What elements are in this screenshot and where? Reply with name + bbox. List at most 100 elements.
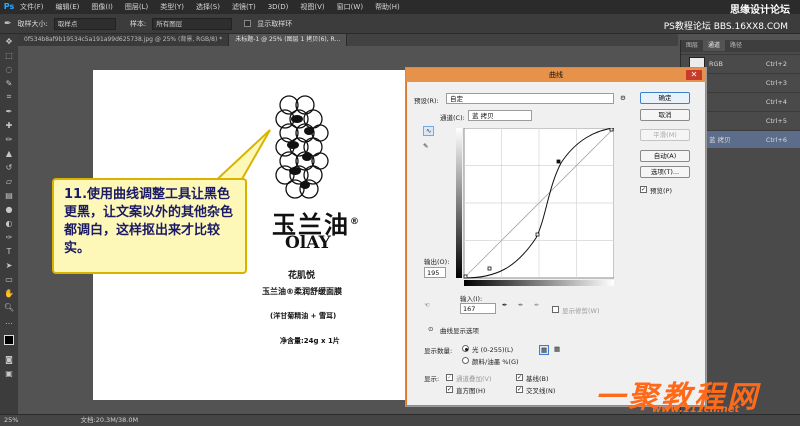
- show-ring-checkbox[interactable]: [244, 20, 252, 27]
- histogram-checkbox[interactable]: ✓: [446, 386, 453, 393]
- clone-stamp-icon[interactable]: ▲: [0, 146, 18, 160]
- channel-select[interactable]: 蓝 拷贝: [468, 110, 532, 121]
- marquee-tool-icon[interactable]: ⬚: [0, 48, 18, 62]
- channel-label: 通道(C):: [440, 114, 465, 122]
- sample-select[interactable]: 所有图层: [152, 17, 233, 30]
- curve-point-tool-icon[interactable]: ∿: [423, 126, 435, 136]
- dodge-tool-icon[interactable]: ◐: [0, 216, 18, 230]
- crop-tool-icon[interactable]: ⌗: [0, 90, 18, 104]
- move-tool-icon[interactable]: ✥: [0, 34, 18, 48]
- ok-button[interactable]: 确定: [640, 92, 690, 104]
- watermark-url: www.111cn.net: [652, 404, 740, 415]
- light-option-label: 光 (0-255)(L): [472, 346, 514, 354]
- menu-window[interactable]: 窗口(W): [337, 2, 363, 12]
- grid-detailed-icon[interactable]: ▦: [554, 345, 560, 353]
- path-select-icon[interactable]: ➤: [0, 258, 18, 272]
- auto-button[interactable]: 自动(A): [640, 150, 690, 162]
- preview-checkbox[interactable]: ✓: [640, 186, 647, 193]
- pencil-draw-tool-icon[interactable]: ✎: [423, 142, 428, 150]
- collapse-options-icon[interactable]: ⊙: [428, 325, 433, 333]
- baseline-label: 基线(B): [526, 375, 549, 383]
- gray-point-eyedropper-icon[interactable]: ✒: [518, 301, 523, 309]
- sample-size-select[interactable]: 取样点: [53, 17, 116, 30]
- baseline-checkbox[interactable]: ✓: [516, 374, 523, 381]
- intersection-line-label: 交叉线(N): [526, 387, 556, 395]
- type-tool-icon[interactable]: T: [0, 244, 18, 258]
- history-brush-icon[interactable]: ↺: [0, 160, 18, 174]
- channel-shortcut: Ctrl+5: [765, 117, 787, 125]
- show-ring-label: 显示取样环: [257, 19, 293, 28]
- channel-overlay-checkbox[interactable]: ✓: [446, 374, 453, 381]
- black-point-eyedropper-icon[interactable]: ✒: [502, 301, 507, 309]
- preview-label: 预览(P): [650, 187, 672, 195]
- pigment-radio[interactable]: [462, 357, 469, 364]
- blur-tool-icon[interactable]: ●: [0, 202, 18, 216]
- show-clipping-checkbox[interactable]: [552, 306, 559, 313]
- channel-shortcut: Ctrl+2: [765, 60, 787, 68]
- hand-tool-icon[interactable]: ✋: [0, 286, 18, 300]
- tab-channels[interactable]: 通道: [703, 40, 726, 51]
- site-url: PS教程论坛 BBS.16XX8.COM: [663, 22, 788, 32]
- close-icon[interactable]: ✕: [686, 70, 702, 80]
- menu-help[interactable]: 帮助(H): [375, 2, 400, 12]
- dialog-title: 曲线: [406, 68, 706, 82]
- tab-document-2[interactable]: 未标题-1 @ 25% (图层 1 拷贝(6), R...: [229, 34, 348, 46]
- channel-shortcut: Ctrl+3: [765, 79, 787, 87]
- tab-layers[interactable]: 图层: [681, 40, 703, 51]
- brand-english-name: OlAY: [285, 233, 331, 253]
- cancel-button[interactable]: 取消: [640, 109, 690, 121]
- curves-graph[interactable]: [456, 128, 614, 286]
- menu-view[interactable]: 视图(V): [300, 2, 324, 12]
- white-point-eyedropper-icon[interactable]: ✒: [534, 301, 539, 309]
- curves-dialog: 曲线 ✕ 预设(R): 自定 ⚙ 通道(C): 蓝 拷贝 ∿ ✎ 输出(O): …: [405, 67, 707, 407]
- shape-tool-icon[interactable]: ▭: [0, 272, 18, 286]
- lasso-tool-icon[interactable]: ◌: [0, 62, 18, 76]
- menu-type[interactable]: 类型(Y): [160, 2, 184, 12]
- sample-size-label: 取样大小:: [17, 19, 48, 28]
- sample-label: 样本:: [129, 19, 147, 28]
- options-button[interactable]: 选项(T)...: [640, 166, 690, 178]
- menu-edit[interactable]: 编辑(E): [56, 2, 80, 12]
- preset-select[interactable]: 自定: [446, 93, 614, 104]
- light-radio[interactable]: [462, 345, 469, 352]
- input-field[interactable]: 167: [460, 303, 496, 314]
- eyedropper-tool-icon: ✒: [4, 18, 12, 29]
- document-tabs: 0f534b8af9b19534c5a191a99d625738.jpg @ 2…: [18, 34, 678, 46]
- menu-filter[interactable]: 滤镜(T): [232, 2, 256, 12]
- menu-file[interactable]: 文件(F): [20, 2, 44, 12]
- menu-image[interactable]: 图像(I): [91, 2, 113, 12]
- intersection-checkbox[interactable]: ✓: [516, 386, 523, 393]
- tab-paths[interactable]: 路径: [725, 40, 747, 51]
- registered-mark: ®: [350, 217, 361, 227]
- preset-label: 预设(R):: [414, 97, 439, 105]
- zoom-tool-icon[interactable]: 🔍︎: [0, 300, 18, 314]
- pigment-option-label: 颜料/油墨 %(G): [472, 358, 519, 366]
- photoshop-logo: Ps: [3, 2, 15, 11]
- menu-select[interactable]: 选择(S): [196, 2, 220, 12]
- zoom-level[interactable]: 25%: [4, 416, 18, 424]
- pen-tool-icon[interactable]: ✑: [0, 230, 18, 244]
- grid-simple-icon[interactable]: ▦: [539, 345, 550, 355]
- tab-document-1[interactable]: 0f534b8af9b19534c5a191a99d625738.jpg @ 2…: [18, 34, 230, 46]
- foreground-background-colors[interactable]: [0, 328, 18, 352]
- brush-tool-icon[interactable]: ✏: [0, 132, 18, 146]
- edit-toolbar-icon[interactable]: …: [0, 314, 18, 328]
- display-label: 显示:: [424, 375, 440, 383]
- curve-display-options-label[interactable]: 曲线显示选项: [440, 325, 479, 335]
- target-adjust-tool-icon[interactable]: ☜: [424, 301, 430, 309]
- menu-3d[interactable]: 3D(D): [268, 3, 289, 11]
- quick-mask-icon[interactable]: ◙: [0, 352, 18, 366]
- eraser-tool-icon[interactable]: ▱: [0, 174, 18, 188]
- show-clipping-label: 显示修剪(W): [562, 307, 600, 315]
- preset-options-icon[interactable]: ⚙: [620, 94, 626, 102]
- screen-mode-icon[interactable]: ▣: [0, 366, 18, 380]
- channel-shortcut: Ctrl+6: [765, 136, 787, 144]
- smooth-button[interactable]: 平滑(M): [640, 129, 690, 141]
- output-field[interactable]: 195: [424, 267, 446, 278]
- healing-brush-icon[interactable]: ✚: [0, 118, 18, 132]
- quick-select-tool-icon[interactable]: ✎: [0, 76, 18, 90]
- gradient-tool-icon[interactable]: ▤: [0, 188, 18, 202]
- menu-layer[interactable]: 图层(L): [125, 2, 148, 12]
- eyedropper-icon[interactable]: ✒: [0, 104, 18, 118]
- channel-name: 蓝 拷贝: [709, 136, 731, 144]
